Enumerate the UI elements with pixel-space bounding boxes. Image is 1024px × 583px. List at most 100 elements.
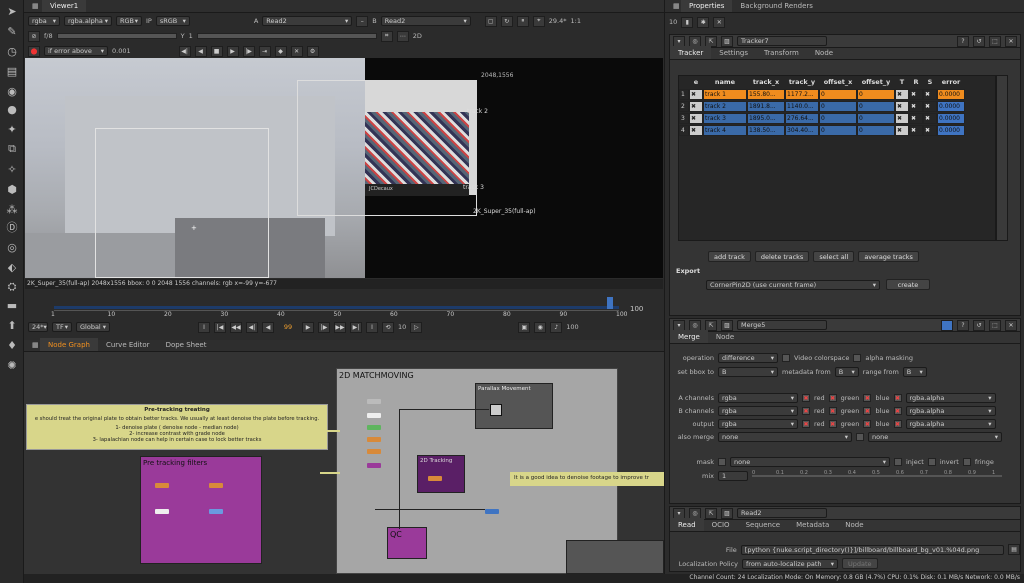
column-header[interactable]: e bbox=[689, 78, 703, 86]
track-cell[interactable]: 0 bbox=[857, 124, 895, 136]
channel-checkbox[interactable]: ✖ bbox=[863, 420, 872, 428]
track-row[interactable]: 1 ✖ track 1 155.80... 1177.2... 0 0 ✖ ✖ ✖ 0.0000 bbox=[679, 88, 995, 100]
tab-tracker[interactable]: Tracker bbox=[670, 46, 712, 59]
lock-icon[interactable]: ⌖ bbox=[532, 15, 545, 27]
merge-icon[interactable]: ⧉ bbox=[5, 142, 19, 156]
prev-key-icon[interactable]: ◀◀ bbox=[230, 321, 242, 333]
ng-menu-icon[interactable]: ▦ bbox=[24, 338, 40, 351]
keyframe-icon[interactable]: ◆ bbox=[274, 45, 287, 57]
track-cell[interactable]: 2 bbox=[679, 100, 689, 112]
update-button[interactable]: Update bbox=[842, 558, 878, 569]
track-cell[interactable]: ✖ bbox=[923, 100, 937, 112]
curve-graph-toggle[interactable] bbox=[996, 75, 1008, 241]
keyer-icon[interactable]: ✦ bbox=[5, 122, 19, 136]
gamma-slider[interactable] bbox=[196, 33, 377, 39]
column-header[interactable]: error bbox=[937, 78, 965, 86]
track-cell[interactable]: ✖ bbox=[895, 100, 909, 112]
float-icon[interactable]: ✱ bbox=[697, 16, 710, 28]
node-read[interactable] bbox=[367, 399, 381, 404]
node-denoise[interactable] bbox=[155, 483, 169, 488]
alpha-dropdown[interactable]: rgba.alpha ▾ bbox=[905, 393, 996, 403]
tracker-close-icon[interactable]: ✕ bbox=[1005, 35, 1017, 47]
tracker-help-icon[interactable]: ? bbox=[957, 35, 969, 47]
mask-checkbox[interactable] bbox=[718, 458, 726, 466]
track-cell[interactable]: track 1 bbox=[703, 88, 747, 100]
filter-icon[interactable]: ● bbox=[5, 102, 19, 116]
track-cell[interactable]: 155.80... bbox=[747, 88, 785, 100]
node-stack-4[interactable] bbox=[367, 449, 381, 454]
node-stack-5[interactable] bbox=[367, 463, 381, 468]
input-a-dropdown[interactable]: Read2 ▾ bbox=[262, 16, 353, 26]
tracker-collapse-icon[interactable]: ▾ bbox=[673, 35, 685, 47]
metadata-icon[interactable]: ⬖ bbox=[5, 260, 19, 274]
gain-slider[interactable] bbox=[56, 33, 177, 39]
bbox-dropdown[interactable]: B ▾ bbox=[718, 367, 778, 377]
inject-checkbox[interactable] bbox=[894, 458, 902, 466]
track-cell[interactable]: ✖ bbox=[923, 124, 937, 136]
merge-collapse-icon[interactable]: ▾ bbox=[673, 319, 685, 331]
alpha-masking-checkbox[interactable] bbox=[853, 354, 862, 362]
play-icon[interactable]: ▶ bbox=[302, 321, 314, 333]
pause-icon[interactable]: ⏸ bbox=[516, 15, 529, 27]
merge-knob-icon[interactable]: ◎ bbox=[689, 319, 701, 331]
tab-sequence[interactable]: Sequence bbox=[738, 518, 789, 531]
channel-checkbox[interactable]: ✖ bbox=[828, 407, 837, 415]
track-cell[interactable]: ✖ bbox=[923, 88, 937, 100]
clear-icon[interactable]: ✕ bbox=[290, 45, 303, 57]
record-icon[interactable]: ⬤ bbox=[28, 45, 40, 57]
fringe-checkbox[interactable] bbox=[962, 458, 971, 466]
tab-dope-sheet[interactable]: Dope Sheet bbox=[158, 338, 215, 351]
track-cell[interactable]: 0.0000 bbox=[937, 100, 965, 112]
operation-dropdown[interactable]: difference ▾ bbox=[718, 353, 778, 363]
track-cell[interactable]: 0 bbox=[819, 100, 857, 112]
step-back-icon[interactable]: ◀| bbox=[246, 321, 258, 333]
transform-icon[interactable]: ✧ bbox=[5, 162, 19, 176]
track-cell[interactable]: ✖ bbox=[909, 100, 923, 112]
alpha-checkbox[interactable]: ✖ bbox=[893, 420, 902, 428]
backdrop-qc[interactable]: QC bbox=[387, 527, 427, 559]
timeline-end[interactable]: 100 bbox=[630, 305, 643, 313]
last-frame-icon[interactable]: ▶| bbox=[350, 321, 362, 333]
track-cell[interactable]: 1177.2... bbox=[785, 88, 819, 100]
tab-node-graph[interactable]: Node Graph bbox=[40, 338, 98, 351]
channels-dropdown[interactable]: rgba ▾ bbox=[28, 16, 60, 26]
node-grade[interactable] bbox=[155, 509, 169, 514]
step-fwd-icon[interactable]: |▶ bbox=[318, 321, 330, 333]
timeline-ruler[interactable] bbox=[54, 297, 619, 311]
furnace-icon[interactable]: ⬆ bbox=[5, 318, 19, 332]
fstop-readout[interactable]: f/8 bbox=[44, 32, 53, 40]
tracker-float-icon[interactable]: ⬚ bbox=[989, 35, 1001, 47]
current-frame[interactable]: 99 bbox=[278, 323, 298, 331]
toolsets-icon[interactable]: ⛭ bbox=[5, 280, 19, 294]
mute-icon[interactable]: ♪ bbox=[550, 321, 563, 333]
track-back-icon[interactable]: ◀| bbox=[178, 45, 191, 57]
track-range-icon[interactable]: ⇥ bbox=[258, 45, 271, 57]
add-track-button[interactable]: add track bbox=[708, 251, 751, 262]
mask-dropdown[interactable]: none ▾ bbox=[730, 457, 890, 467]
track-cell[interactable]: 1891.8... bbox=[747, 100, 785, 112]
node-stack-3[interactable] bbox=[367, 437, 381, 442]
fps-dropdown[interactable]: 24* ▾ bbox=[28, 322, 48, 332]
file-path-field[interactable]: [python {nuke.script_directory()}]/billb… bbox=[740, 544, 1005, 555]
track-cell[interactable]: ✖ bbox=[689, 100, 703, 112]
track-cell[interactable]: 0 bbox=[819, 112, 857, 124]
create-button[interactable]: create bbox=[886, 279, 930, 290]
read-tools-icon[interactable]: ▨ bbox=[721, 507, 733, 519]
read-viewer-icon[interactable]: ⇱ bbox=[705, 507, 717, 519]
tab-background-renders[interactable]: Background Renders bbox=[732, 0, 821, 12]
merge-help-icon[interactable]: ? bbox=[957, 319, 969, 331]
track-cell[interactable]: 0 bbox=[857, 100, 895, 112]
column-header[interactable]: offset_y bbox=[857, 78, 895, 86]
other-icon[interactable]: ▬ bbox=[5, 298, 19, 312]
tracker-tools-icon[interactable]: ▨ bbox=[721, 35, 733, 47]
node-graph-canvas[interactable]: Pre-tracking treating e should treat the… bbox=[24, 352, 664, 574]
merge-float-icon[interactable]: ⬚ bbox=[989, 319, 1001, 331]
deep-icon[interactable]: Ⓓ bbox=[5, 220, 19, 234]
viewport[interactable]: JCDecaux 2048,1556 track 2 track 3 2K_Su… bbox=[25, 58, 663, 278]
video-colorspace-checkbox[interactable] bbox=[782, 354, 790, 362]
track-cell[interactable]: 304.40... bbox=[785, 124, 819, 136]
3d-icon[interactable]: ⬢ bbox=[5, 182, 19, 196]
playhead[interactable] bbox=[607, 297, 613, 309]
error-mode-dropdown[interactable]: if error above ▾ bbox=[44, 46, 108, 56]
also-merge-dropdown[interactable]: none ▾ bbox=[718, 432, 852, 442]
